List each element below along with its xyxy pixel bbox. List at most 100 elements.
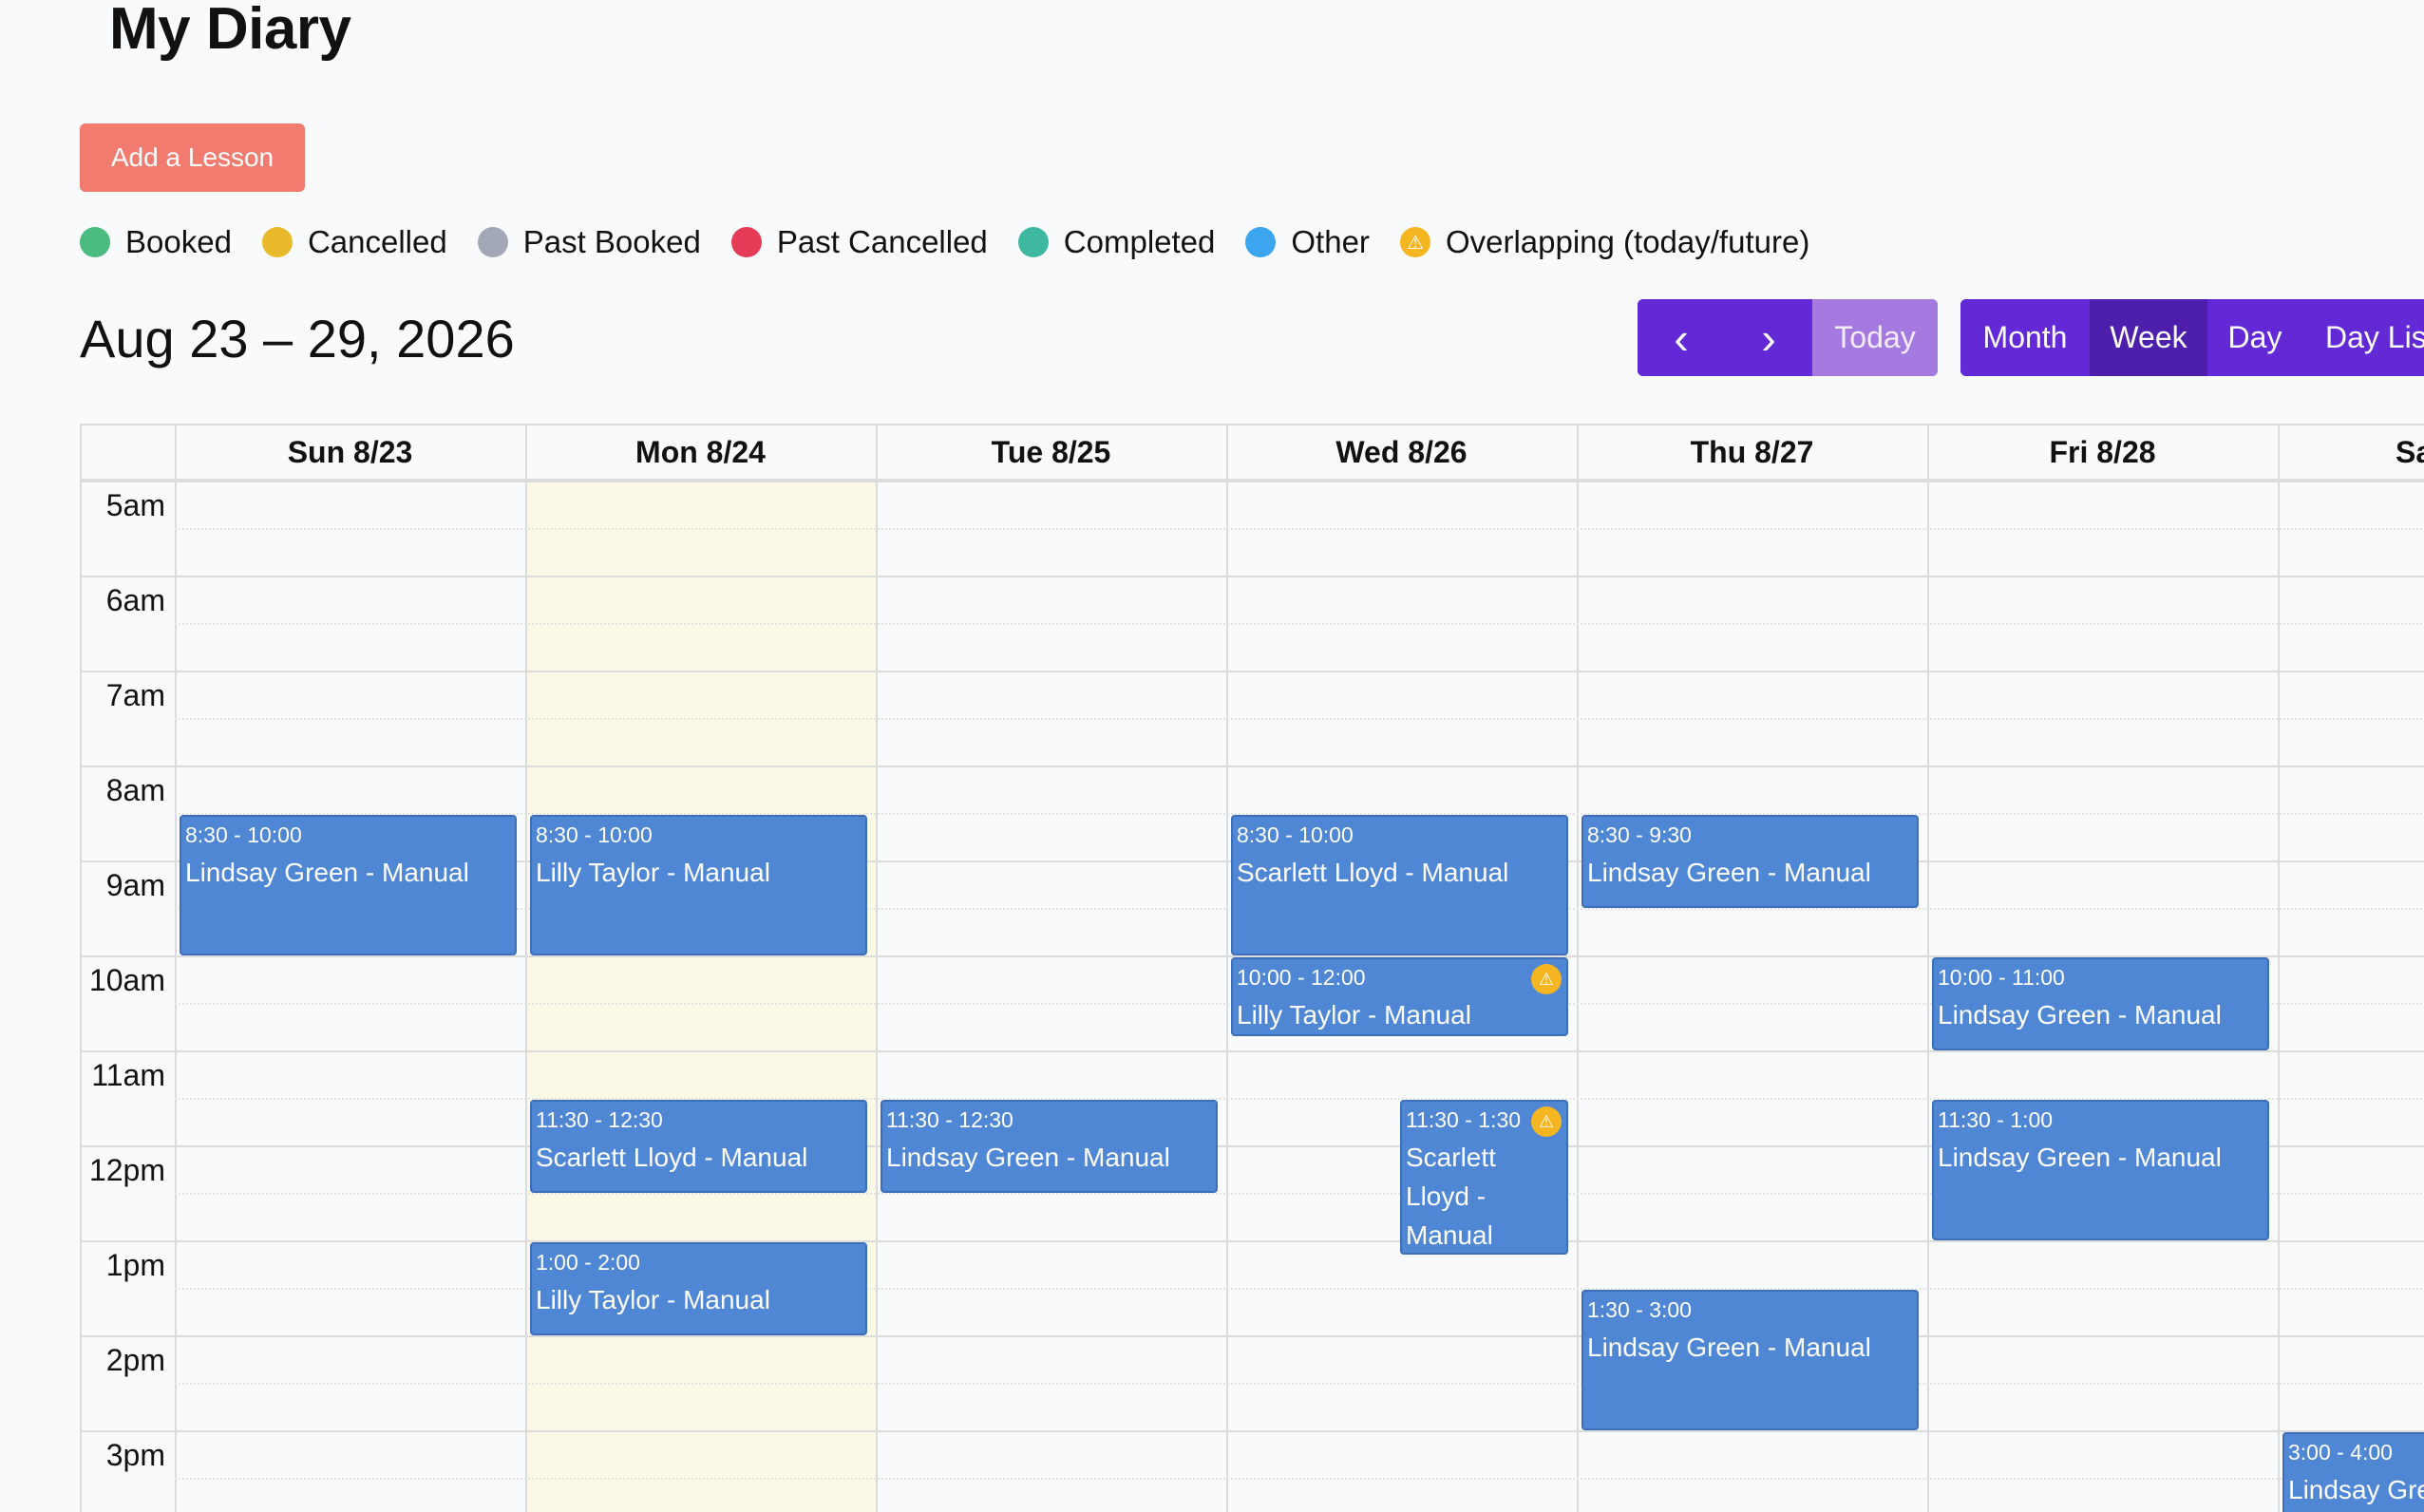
hour-gridline <box>82 1050 2424 1052</box>
chevron-right-icon: › <box>1761 312 1776 363</box>
calendar-event[interactable]: 8:30 - 9:30 Lindsay Green - Manual <box>1581 815 1919 908</box>
calendar-event[interactable]: 3:00 - 4:00 Lindsay Green - Manual <box>2282 1432 2424 1512</box>
half-hour-gridline <box>175 623 2424 625</box>
half-hour-gridline <box>175 1383 2424 1385</box>
event-title: Scarlett Lloyd - Manual <box>536 1143 808 1172</box>
cancelled-dot-icon <box>261 227 293 257</box>
calendar-event[interactable]: 11:30 - 12:30 Lindsay Green - Manual <box>881 1100 1218 1193</box>
event-time: 10:00 - 11:00 <box>1938 965 2065 990</box>
hour-gridline <box>82 576 2424 577</box>
day-column-divider <box>1577 425 1579 1512</box>
calendar-event[interactable]: 8:30 - 10:00 Scarlett Lloyd - Manual <box>1231 815 1568 955</box>
hour-gridline <box>82 1240 2424 1242</box>
half-hour-gridline <box>175 528 2424 530</box>
legend-item-completed: Completed <box>1017 224 1216 260</box>
day-column-divider <box>525 425 527 1512</box>
event-title: Lindsay Green - Manual <box>1938 1000 2222 1030</box>
time-label: 9am <box>105 868 165 902</box>
event-title: Scarlett Lloyd - Manual <box>1406 1143 1496 1250</box>
legend-label: Overlapping (today/future) <box>1445 224 1810 259</box>
calendar-event[interactable]: 8:30 - 10:00 Lindsay Green - Manual <box>180 815 517 955</box>
calendar-event[interactable]: 11:30 - 1:30 Scarlett Lloyd - Manual ⚠ <box>1400 1100 1568 1255</box>
event-title: Lilly Taylor - Manual <box>536 1285 770 1314</box>
hour-gridline <box>82 765 2424 767</box>
day-column-divider <box>2278 425 2280 1512</box>
calendar-event[interactable]: 10:00 - 11:00 Lindsay Green - Manual <box>1932 957 2269 1050</box>
event-title: Lindsay Green - Manual <box>2288 1475 2424 1504</box>
calendar-event[interactable]: 1:30 - 3:00 Lindsay Green - Manual <box>1581 1290 1919 1430</box>
week-calendar: Sun 8/23 Mon 8/24 Tue 8/25 Wed 8/26 Thu 8/27… <box>80 424 2424 1512</box>
legend-item-cancelled: Cancelled <box>261 224 447 260</box>
calendar-event[interactable]: 11:30 - 12:30 Scarlett Lloyd - Manual <box>530 1100 867 1193</box>
legend-item-booked: Booked <box>80 224 232 260</box>
calendar-event[interactable]: 11:30 - 1:00 Lindsay Green - Manual <box>1932 1100 2269 1240</box>
today-button[interactable]: Today <box>1812 299 1938 376</box>
next-button[interactable]: › <box>1725 299 1812 376</box>
view-month-button[interactable]: Month <box>1960 299 2090 376</box>
completed-dot-icon <box>1017 227 1049 257</box>
time-label: 10am <box>88 963 165 997</box>
event-time: 8:30 - 9:30 <box>1587 822 1692 847</box>
warning-icon: ⚠ <box>1531 964 1562 994</box>
event-time: 1:00 - 2:00 <box>536 1250 640 1275</box>
status-legend: Booked Cancelled Past Booked Past Cancel… <box>80 224 1840 260</box>
legend-label: Other <box>1291 224 1370 259</box>
hour-gridline <box>82 671 2424 672</box>
event-time: 1:30 - 3:00 <box>1587 1297 1692 1322</box>
day-header[interactable]: Wed 8/26 <box>1226 425 1577 481</box>
legend-label: Past Cancelled <box>776 224 988 259</box>
navigation-button-group: ‹ › Today <box>1638 299 1938 376</box>
booked-dot-icon <box>80 227 110 257</box>
past-cancelled-dot-icon <box>730 227 762 257</box>
day-column-divider <box>876 425 878 1512</box>
prev-button[interactable]: ‹ <box>1638 299 1725 376</box>
hour-gridline <box>82 1430 2424 1432</box>
calendar-event[interactable]: 8:30 - 10:00 Lilly Taylor - Manual <box>530 815 867 955</box>
time-label: 5am <box>105 488 165 522</box>
legend-item-past-booked: Past Booked <box>477 224 701 260</box>
day-header[interactable]: Fri 8/28 <box>1927 425 2278 481</box>
day-header[interactable]: Thu 8/27 <box>1577 425 1927 481</box>
event-time: 11:30 - 12:30 <box>886 1107 1013 1132</box>
warning-icon: ⚠ <box>1399 227 1430 257</box>
time-label: 11am <box>91 1058 165 1092</box>
event-title: Lindsay Green - Manual <box>886 1143 1170 1172</box>
view-week-button[interactable]: Week <box>2090 299 2207 376</box>
view-day-button[interactable]: Day <box>2207 299 2302 376</box>
event-time: 8:30 - 10:00 <box>1237 822 1354 847</box>
event-title: Lilly Taylor - Manual <box>536 858 770 887</box>
today-column-highlight <box>527 481 876 1512</box>
time-label: 2pm <box>105 1343 165 1377</box>
event-title: Lindsay Green - Manual <box>1587 1332 1871 1362</box>
event-title: Scarlett Lloyd - Manual <box>1237 858 1509 887</box>
view-day-list-button[interactable]: Day List <box>2302 299 2424 376</box>
view-switcher: Month Week Day Day List <box>1960 299 2424 376</box>
chevron-left-icon: ‹ <box>1674 312 1689 363</box>
add-lesson-button[interactable]: Add a Lesson <box>80 123 305 192</box>
calendar-event[interactable]: 1:00 - 2:00 Lilly Taylor - Manual <box>530 1242 867 1335</box>
time-label: 7am <box>105 678 165 712</box>
half-hour-gridline <box>175 1288 2424 1290</box>
page-title: My Diary <box>109 0 351 62</box>
warning-icon: ⚠ <box>1531 1106 1562 1137</box>
half-hour-gridline <box>175 718 2424 720</box>
event-title: Lindsay Green - Manual <box>185 858 469 887</box>
event-title: Lilly Taylor - Manual <box>1237 1000 1471 1030</box>
day-header[interactable]: Sun 8/23 <box>175 425 525 481</box>
event-time: 3:00 - 4:00 <box>2288 1440 2393 1465</box>
legend-label: Past Booked <box>522 224 701 259</box>
legend-item-other: Other <box>1245 224 1370 260</box>
event-time: 11:30 - 12:30 <box>536 1107 663 1132</box>
day-header[interactable]: Sat 8/29 <box>2278 425 2424 481</box>
calendar-event[interactable]: 10:00 - 12:00 Lilly Taylor - Manual ⚠ <box>1231 957 1568 1036</box>
day-header[interactable]: Mon 8/24 <box>525 425 876 481</box>
day-column-divider <box>1226 425 1228 1512</box>
time-label: 8am <box>105 773 165 807</box>
legend-label: Completed <box>1063 224 1216 259</box>
event-title: Lindsay Green - Manual <box>1938 1143 2222 1172</box>
time-gutter-header <box>82 425 175 481</box>
event-time: 11:30 - 1:00 <box>1938 1107 2054 1132</box>
event-title: Lindsay Green - Manual <box>1587 858 1871 887</box>
legend-item-overlapping: ⚠ Overlapping (today/future) <box>1399 224 1810 260</box>
day-header[interactable]: Tue 8/25 <box>876 425 1226 481</box>
